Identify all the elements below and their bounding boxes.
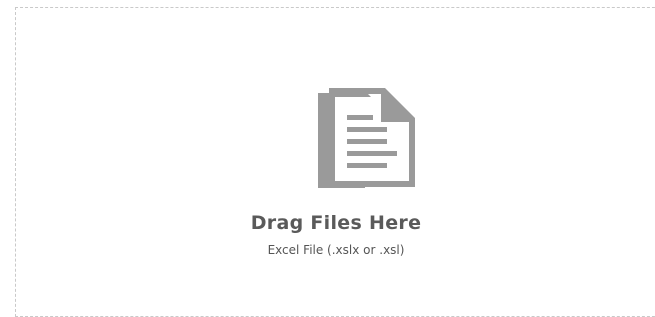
dropzone-title: Drag Files Here — [250, 212, 422, 234]
documents-icon — [318, 88, 415, 188]
file-dropzone[interactable]: Drag Files Here Excel File (.xslx or .xs… — [15, 7, 655, 317]
dropzone-subtitle: Excel File (.xslx or .xsl) — [267, 243, 405, 257]
